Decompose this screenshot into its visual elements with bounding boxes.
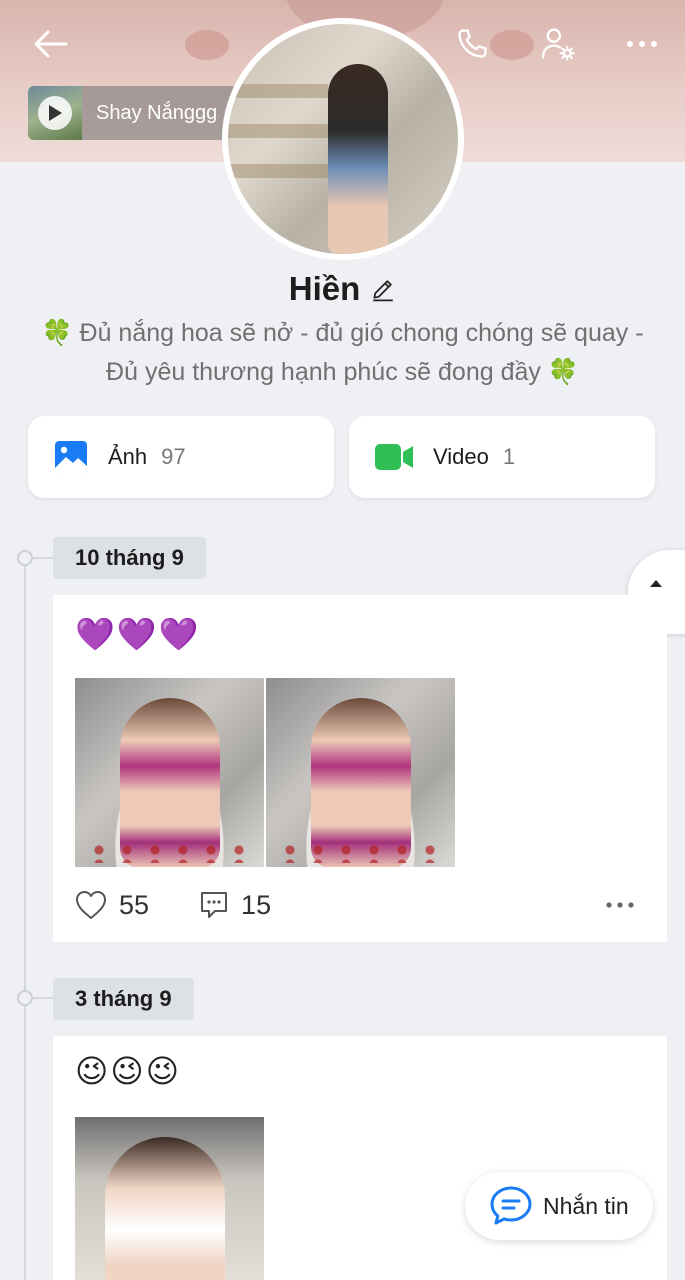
more-horizontal-icon: [627, 41, 657, 47]
send-message-label: Nhắn tin: [543, 1192, 629, 1219]
arrow-left-icon: [34, 30, 68, 58]
profile-music[interactable]: Shay Nắnggg: [28, 86, 238, 140]
photos-label: Ảnh: [108, 444, 148, 469]
timeline-date: 10 tháng 9: [53, 537, 206, 579]
image-icon: [55, 441, 87, 473]
timeline-dot: [17, 550, 33, 566]
send-message-button[interactable]: Nhắn tin: [465, 1172, 653, 1240]
like-button[interactable]: 55: [75, 890, 149, 921]
post-text: 💜💜💜: [75, 616, 201, 652]
pencil-icon: [373, 280, 393, 302]
chat-bubble-icon: [490, 1186, 532, 1225]
post-more-button[interactable]: [605, 901, 635, 909]
timeline-dot: [17, 990, 33, 1006]
video-camera-icon: [375, 444, 413, 470]
post-card[interactable]: 😉😉😉: [53, 1036, 667, 1280]
more-horizontal-icon: [606, 902, 634, 908]
music-title: Shay Nắnggg: [96, 101, 218, 124]
profile-name: Hiền: [288, 270, 361, 307]
post-text: 😉😉😉: [75, 1053, 182, 1089]
profile-name-row: Hiền: [0, 270, 685, 310]
timeline-date: 3 tháng 9: [53, 978, 194, 1020]
photos-card[interactable]: Ảnh 97: [28, 416, 334, 498]
more-options-button[interactable]: [620, 22, 664, 66]
post-photo[interactable]: [75, 1117, 264, 1280]
videos-label: Video: [433, 444, 489, 469]
post-photo[interactable]: [266, 678, 455, 867]
avatar[interactable]: [222, 18, 464, 260]
videos-card[interactable]: Video 1: [349, 416, 655, 498]
photos-count: 97: [161, 444, 186, 469]
profile-settings-button[interactable]: [536, 22, 580, 66]
profile-bio: 🍀 Đủ nắng hoa sẽ nở - đủ gió chong chóng…: [20, 314, 665, 392]
comment-count: 15: [241, 889, 272, 920]
heart-icon: [76, 891, 106, 919]
bio-line: Đủ yêu thương hạnh phúc sẽ đong đầy 🍀: [106, 358, 579, 386]
timeline-line: [24, 556, 26, 1280]
phone-icon: [458, 29, 487, 58]
post-card[interactable]: 💜💜💜 55 15: [53, 595, 667, 942]
videos-count: 1: [502, 444, 516, 469]
comment-button[interactable]: 15: [199, 890, 271, 921]
edit-name-button[interactable]: [370, 272, 396, 310]
play-icon: [38, 96, 72, 130]
post-photo[interactable]: [75, 678, 264, 867]
like-count: 55: [119, 889, 150, 920]
bio-line: 🍀 Đủ nắng hoa sẽ nở - đủ gió chong chóng…: [41, 319, 644, 347]
back-button[interactable]: [28, 24, 72, 64]
comment-icon: [201, 892, 228, 918]
call-button[interactable]: [450, 22, 494, 66]
post-actions: 55 15: [75, 885, 645, 925]
music-thumbnail: [28, 86, 82, 140]
user-gear-icon: [541, 28, 575, 61]
